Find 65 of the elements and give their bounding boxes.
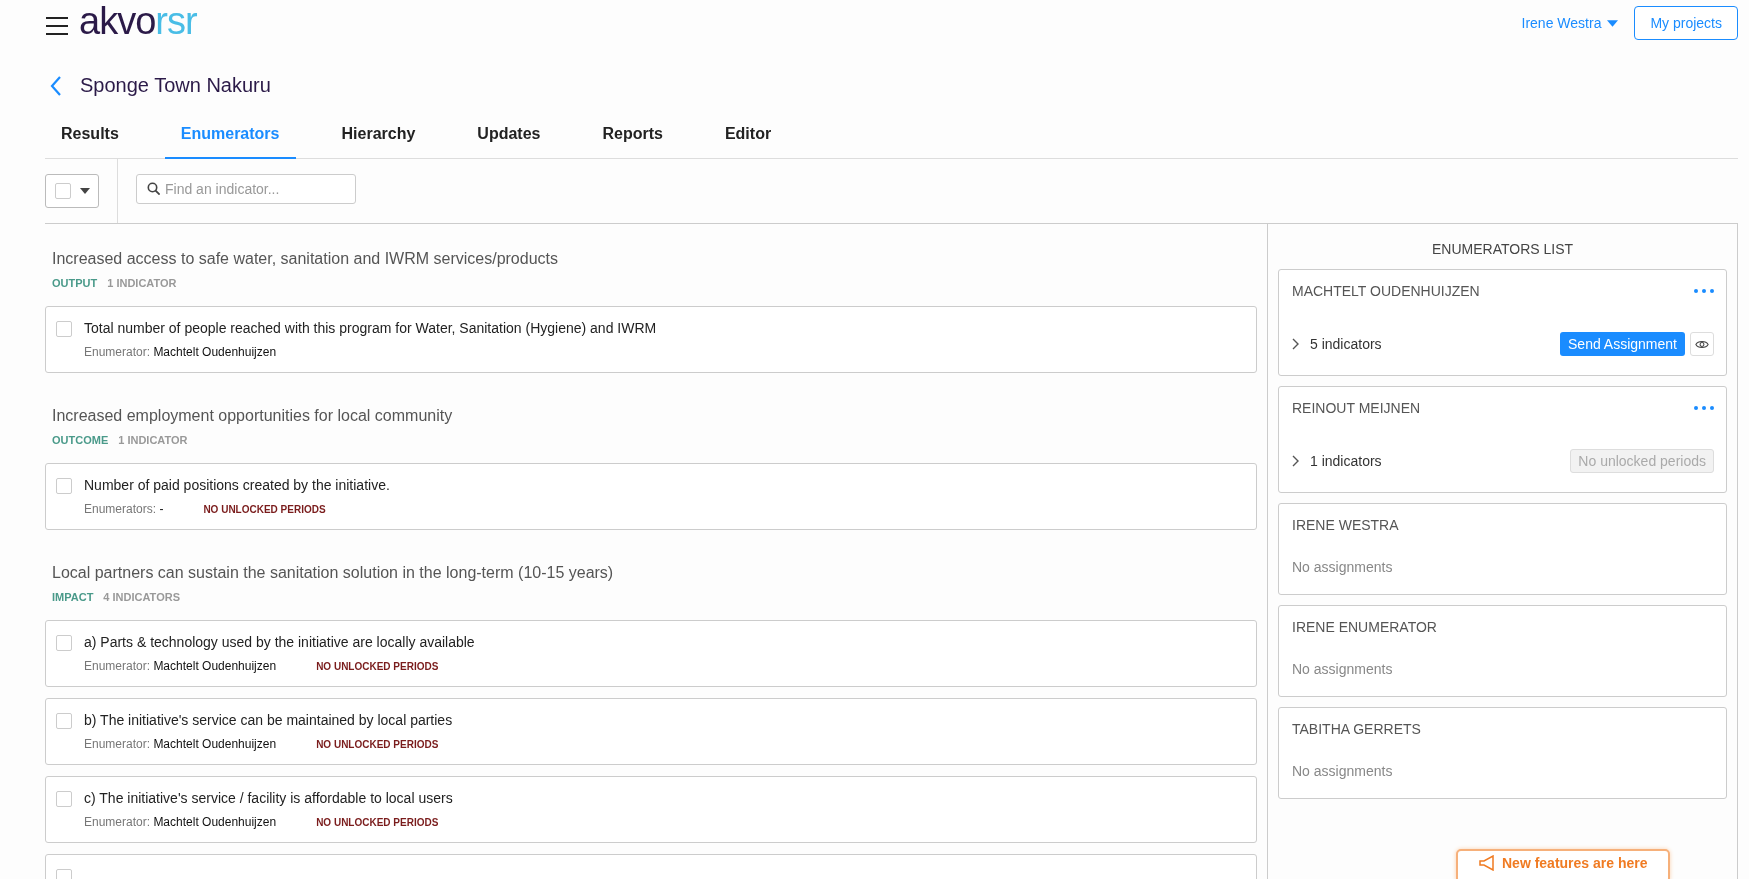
checkbox[interactable]: [56, 321, 72, 337]
caret-icon: [1607, 19, 1619, 27]
megaphone-icon: [1478, 855, 1494, 871]
indicator-title: Total number of people reached with this program for Water, Sanitation (Hygiene) and IWRM: [84, 320, 657, 336]
indicator-card[interactable]: b) The initiative's service can be maintained by local parties Enumerator: Machtelt Oudenhuijzen NO UNLOCKED PERIODS: [45, 698, 1257, 765]
indicator-count: 1 INDICATOR: [107, 277, 177, 289]
enumerator-name: MACHTELT OUDENHUIJZEN: [1292, 283, 1480, 299]
expand-toggle[interactable]: 5 indicators: [1292, 336, 1382, 352]
eye-icon: [1695, 338, 1709, 350]
indicator-card[interactable]: Number of paid positions created by the initiative. Enumerators: - NO UNLOCKED PERIODS: [45, 463, 1257, 530]
indicator-card[interactable]: Total number of people reached with this program for Water, Sanitation (Hygiene) and IWRM Enumerator: Machtelt Oudenhuijzen: [45, 306, 1257, 373]
empty-note: No assignments: [1292, 763, 1394, 779]
tab[interactable]: Reports: [586, 115, 679, 159]
checkbox[interactable]: [56, 635, 72, 651]
enumerator-name: IRENE ENUMERATOR: [1292, 619, 1437, 635]
result-type: IMPACT: [52, 591, 94, 603]
project-title: Sponge Town Nakuru: [80, 74, 271, 97]
checkbox[interactable]: [55, 183, 71, 199]
indicator-title: b) The initiative's service can be maintained by local parties: [84, 712, 453, 728]
preview-button[interactable]: [1690, 332, 1714, 356]
indicator-count: 4 INDICATORS: [103, 591, 180, 603]
status-label: NO UNLOCKED PERIODS: [203, 504, 326, 515]
result-type: OUTPUT: [52, 277, 98, 289]
logo[interactable]: akvorsr: [79, 2, 197, 40]
enumerator-name: IRENE WESTRA: [1292, 517, 1399, 533]
empty-note: No assignments: [1292, 661, 1394, 677]
enumerator-label: Enumerator: Machtelt Oudenhuijzen: [84, 659, 277, 673]
chevron-icon: [1292, 338, 1300, 350]
indicator-title: c) The initiative's service / facility is affordable to local users: [84, 790, 453, 806]
enumerator-label: Enumerator: Machtelt Oudenhuijzen: [84, 737, 277, 751]
chevron-icon: [1292, 455, 1300, 467]
enumerator-label: Enumerator: Machtelt Oudenhuijzen: [84, 345, 277, 359]
panel-title: ENUMERATORS LIST: [1430, 240, 1575, 259]
checkbox[interactable]: [56, 791, 72, 807]
checkbox[interactable]: [56, 713, 72, 729]
tab[interactable]: Hierarchy: [325, 115, 432, 159]
status-label: NO UNLOCKED PERIODS: [316, 661, 439, 672]
more-icon[interactable]: [1694, 289, 1714, 293]
result-title: Increased access to safe water, sanitation and IWRM services/products: [51, 250, 559, 268]
back-icon[interactable]: [50, 75, 62, 96]
result-title: Increased employment opportunities for local community: [51, 407, 454, 425]
menu-icon[interactable]: [45, 16, 69, 36]
enumerator-label: Enumerators: -: [84, 502, 164, 516]
tab[interactable]: Editor: [708, 115, 788, 159]
indicator-card[interactable]: c) The initiative's service / facility is affordable to local users Enumerator: Machtelt Oudenhuijzen NO UNLOCKED PERIODS: [45, 776, 1257, 843]
result-title: Local partners can sustain the sanitation solution in the long-term (10-15 years): [51, 564, 615, 582]
empty-note: No assignments: [1292, 559, 1394, 575]
status-label: NO UNLOCKED PERIODS: [316, 817, 439, 828]
indicator-count: 1 INDICATOR: [118, 434, 188, 446]
enumerator-name: TABITHA GERRETS: [1292, 721, 1421, 737]
indicator-card[interactable]: a) Parts & technology used by the initiative are locally available Enumerator: Machtelt Oudenhuijzen NO UNLOCKED PERIODS: [45, 620, 1257, 687]
select-all-dropdown[interactable]: [45, 174, 99, 208]
enumerator-label: Enumerator: Machtelt Oudenhuijzen: [84, 815, 277, 829]
tab[interactable]: Results: [45, 115, 135, 159]
indicator-title: Number of paid positions created by the initiative.: [84, 477, 390, 493]
enumerator-name: REINOUT MEIJNEN: [1292, 400, 1421, 416]
more-icon[interactable]: [1694, 406, 1714, 410]
expand-toggle[interactable]: 1 indicators: [1292, 453, 1382, 469]
caret-icon: [80, 188, 90, 194]
checkbox[interactable]: [56, 478, 72, 494]
result-type: OUTCOME: [52, 434, 109, 446]
search-field[interactable]: Find an indicator...: [136, 174, 356, 204]
tab[interactable]: Updates: [461, 115, 557, 159]
indicator-title: a) Parts & technology used by the initiative are locally available: [84, 634, 475, 650]
status-label: NO UNLOCKED PERIODS: [316, 739, 439, 750]
